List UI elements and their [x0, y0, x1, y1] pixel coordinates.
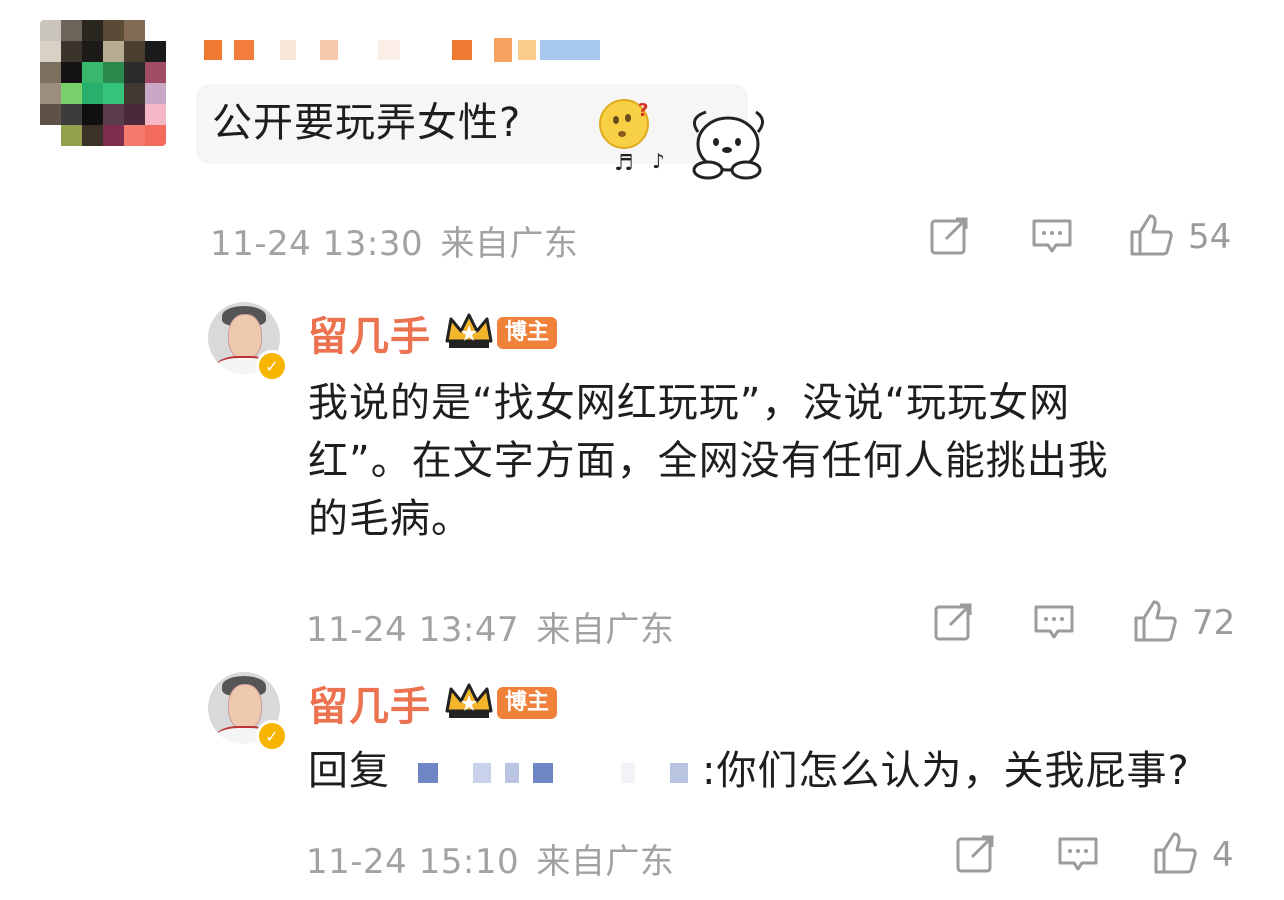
- comment-icon[interactable]: [1030, 213, 1074, 261]
- like-icon[interactable]: [1128, 212, 1176, 262]
- crown-icon: [443, 311, 495, 355]
- reply-header: 留几手 博主: [308, 304, 558, 362]
- timestamp: 11-24 15:10: [306, 842, 520, 882]
- comment-meta: 11-24 13:47 来自广东: [306, 602, 674, 651]
- like-count: 72: [1192, 603, 1236, 643]
- svg-text:♬: ♬: [614, 151, 634, 176]
- comment-text: 公开要玩弄女性?: [212, 100, 522, 146]
- reply-text-line: 红”。在文字方面，全网没有任何人能挑出我: [308, 438, 1109, 484]
- verified-icon: ✓: [256, 350, 288, 382]
- svg-text:♪: ♪: [652, 149, 665, 173]
- username[interactable]: 留几手: [308, 674, 431, 732]
- avatar[interactable]: [40, 20, 166, 146]
- username-blurred[interactable]: [204, 38, 600, 62]
- pochacco-sticker-icon: ♬ ♪: [610, 98, 770, 184]
- reply-text: 我说的是“找女网红玩玩”，没说“玩玩女网 红”。在文字方面，全网没有任何人能挑出…: [308, 374, 1268, 548]
- reply-text-line: 的毛病。: [308, 496, 472, 542]
- like-count: 4: [1212, 835, 1234, 875]
- share-icon[interactable]: [928, 213, 972, 261]
- comment-actions: 4: [954, 830, 1234, 880]
- host-badge: 博主: [497, 687, 558, 719]
- comment-actions: 54: [928, 212, 1231, 262]
- location: 来自广东: [536, 610, 675, 650]
- timestamp: 11-24 13:30: [210, 224, 424, 264]
- comment-meta: 11-24 13:30 来自广东: [210, 216, 578, 265]
- timestamp: 11-24 13:47: [306, 610, 520, 650]
- reply-prefix: 回复: [308, 748, 390, 794]
- reply-text: 回复 :你们怎么认为，关我屁事?: [308, 742, 1190, 800]
- crown-icon: [443, 681, 495, 725]
- like-count: 54: [1188, 217, 1232, 257]
- share-icon[interactable]: [954, 831, 998, 879]
- comment-icon[interactable]: [1056, 831, 1100, 879]
- like-icon[interactable]: [1152, 830, 1200, 880]
- comment-icon[interactable]: [1032, 599, 1076, 647]
- location: 来自广东: [536, 842, 675, 882]
- location: 来自广东: [440, 224, 579, 264]
- reply-header: 留几手 博主: [308, 674, 558, 732]
- reply-suffix: :你们怎么认为，关我屁事?: [702, 748, 1190, 794]
- host-badge: 博主: [497, 317, 558, 349]
- username[interactable]: 留几手: [308, 304, 431, 362]
- comment-meta: 11-24 15:10 来自广东: [306, 834, 674, 883]
- mention-blurred[interactable]: [417, 763, 438, 783]
- reply-text-line: 我说的是“找女网红玩玩”，没说“玩玩女网: [308, 380, 1071, 426]
- like-icon[interactable]: [1132, 598, 1180, 648]
- verified-icon: ✓: [256, 720, 288, 752]
- comment-actions: 72: [932, 598, 1235, 648]
- share-icon[interactable]: [932, 599, 976, 647]
